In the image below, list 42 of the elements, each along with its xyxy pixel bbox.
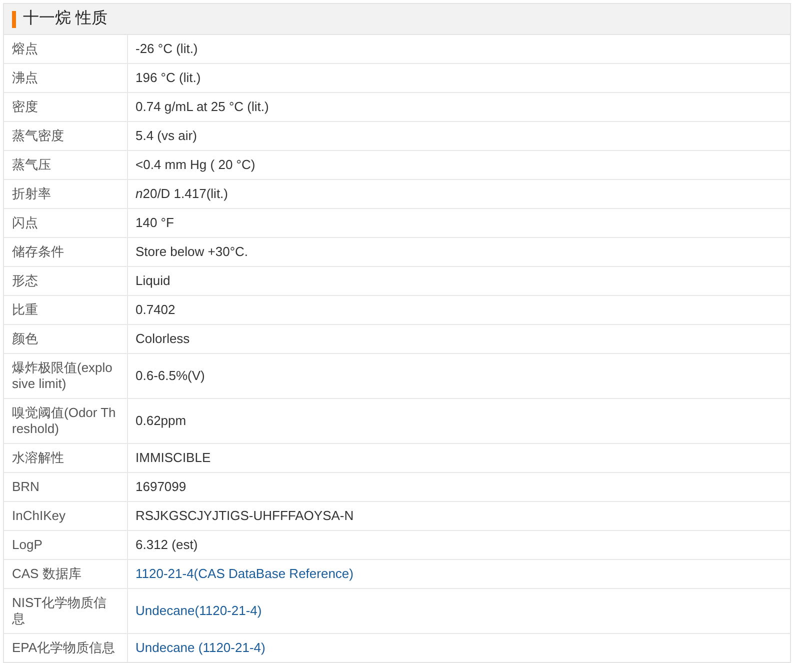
- property-label: 嗅觉阈值(Odor Threshold): [4, 398, 127, 444]
- property-value: IMMISCIBLE: [136, 450, 211, 465]
- property-label: 爆炸极限值(explosive limit): [4, 354, 127, 398]
- property-label: 闪点: [4, 208, 127, 238]
- property-label: 蒸气压: [4, 150, 127, 180]
- property-value: 1697099: [136, 479, 186, 494]
- property-value: Store below +30°C.: [136, 244, 248, 259]
- property-value: 0.6-6.5%(V): [136, 368, 205, 383]
- property-label: InChIKey: [4, 502, 127, 530]
- property-value: 6.312 (est): [136, 537, 198, 552]
- property-value: 196 °C (lit.): [136, 70, 201, 85]
- property-label: 沸点: [4, 64, 127, 92]
- reference-link[interactable]: 1120-21-4(CAS DataBase Reference): [136, 566, 354, 581]
- property-value: <0.4 mm Hg ( 20 °C): [136, 157, 256, 172]
- property-value: 140 °F: [136, 215, 174, 230]
- property-value: Liquid: [136, 273, 170, 288]
- property-label: EPA化学物质信息: [4, 634, 127, 662]
- property-label: 密度: [4, 92, 127, 122]
- property-label: LogP: [4, 530, 127, 560]
- property-label: 熔点: [4, 35, 127, 64]
- property-value: 0.7402: [136, 302, 176, 317]
- accent-bar: [12, 10, 16, 28]
- property-value: Colorless: [136, 331, 190, 346]
- property-label: CAS 数据库: [4, 560, 127, 588]
- property-label: 蒸气密度: [4, 122, 127, 150]
- property-value: RSJKGSCJYJTIGS-UHFFFAOYSA-N: [136, 508, 354, 523]
- property-label: NIST化学物质信息: [4, 588, 127, 634]
- property-label: 水溶解性: [4, 444, 127, 472]
- property-value: -26 °C (lit.): [136, 41, 198, 56]
- section-title: 十一烷 性质: [23, 8, 108, 29]
- property-value: 0.62ppm: [136, 413, 186, 428]
- reference-link[interactable]: Undecane (1120-21-4): [136, 640, 266, 655]
- property-label: 折射率: [4, 180, 127, 208]
- property-value: n20/D 1.417(lit.): [136, 186, 228, 201]
- property-value: 5.4 (vs air): [136, 128, 197, 143]
- property-label: 颜色: [4, 324, 127, 354]
- property-label: BRN: [4, 472, 127, 502]
- property-label: 比重: [4, 296, 127, 324]
- property-label: 形态: [4, 266, 127, 296]
- property-label: 储存条件: [4, 238, 127, 266]
- reference-link[interactable]: Undecane(1120-21-4): [136, 603, 262, 618]
- property-value: 0.74 g/mL at 25 °C (lit.): [136, 99, 269, 114]
